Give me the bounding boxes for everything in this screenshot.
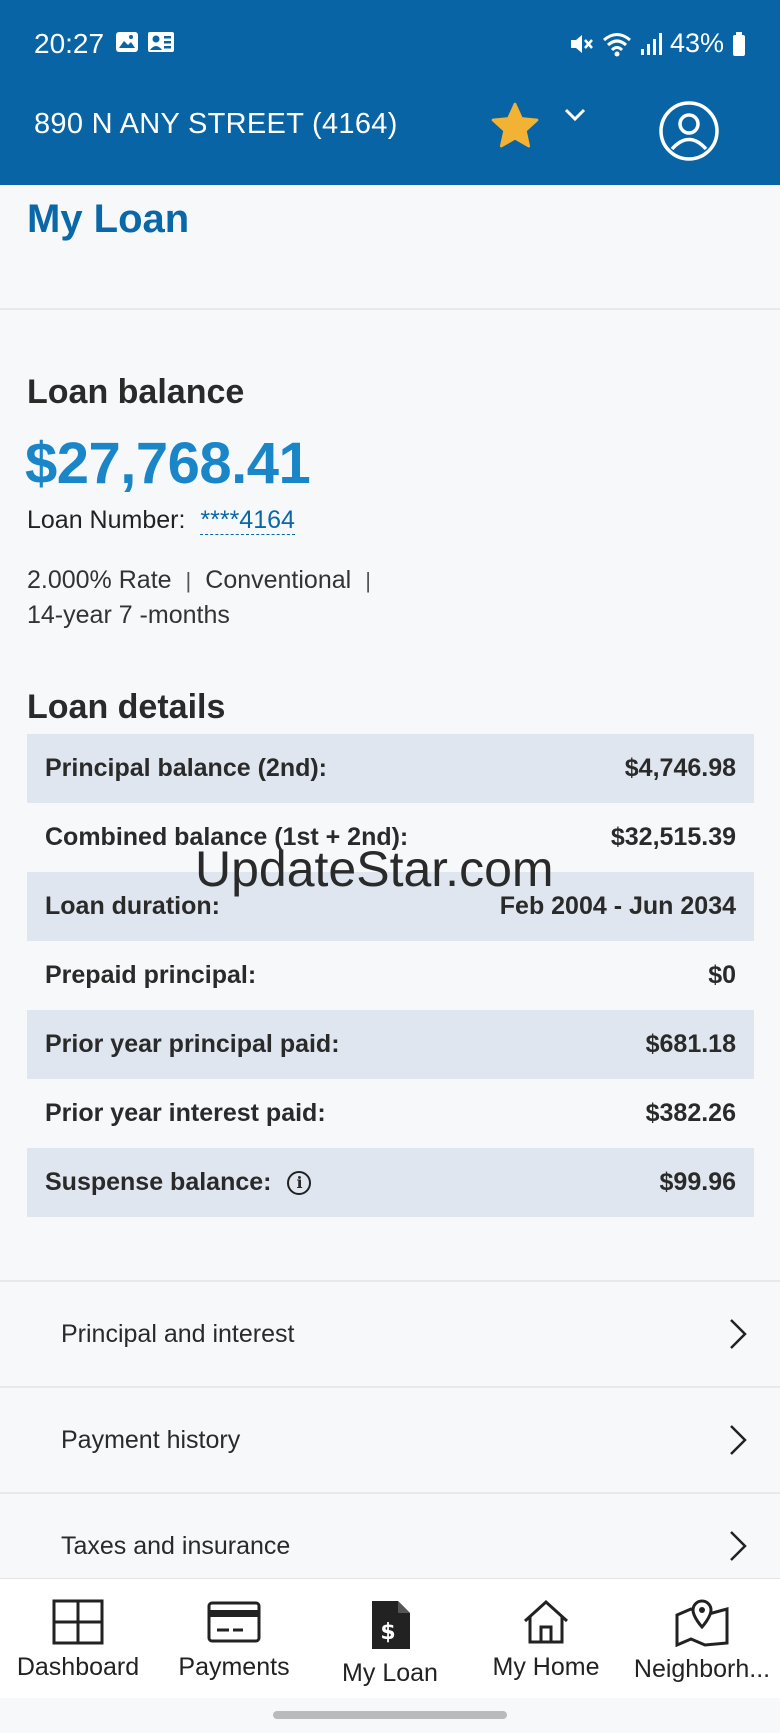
watermark-text: UpdateStar.com (195, 841, 554, 897)
contact-card-icon (148, 32, 174, 52)
map-pin-icon (675, 1599, 729, 1647)
row-label: Principal balance (2nd): (45, 754, 328, 782)
loan-number: Loan Number: ****4164 (27, 506, 295, 535)
loan-balance-amount: $27,768.41 (25, 431, 311, 496)
list-item-label: Taxes and insurance (61, 1531, 291, 1560)
nav-item-my-loan[interactable]: $ My Loan (312, 1579, 468, 1698)
nav-label: Payments (178, 1653, 290, 1681)
row-value: $0 (708, 961, 736, 989)
nav-item-neighborhood[interactable]: Neighborh... (624, 1579, 780, 1698)
star-icon[interactable] (488, 100, 542, 159)
loan-type: Conventional (205, 566, 352, 594)
battery-percent: 43% (669, 28, 724, 58)
nav-label: My Home (492, 1653, 600, 1681)
wifi-icon (602, 32, 631, 56)
battery-icon (733, 31, 745, 56)
table-row: Prior year interest paid: $382.26 (27, 1079, 754, 1148)
table-row: Principal balance (2nd): $4,746.98 (27, 734, 754, 803)
meta-separator: | (185, 568, 192, 593)
meta-separator: | (365, 568, 371, 593)
nav-label: My Loan (342, 1659, 438, 1687)
loan-details-table: Principal balance (2nd): $4,746.98 Combi… (27, 734, 754, 1217)
table-row: Suspense balance: i $99.96 (27, 1148, 754, 1217)
list-item-payment-history[interactable]: Payment history (0, 1388, 780, 1494)
chevron-down-icon[interactable] (562, 102, 588, 133)
mute-icon (570, 34, 593, 53)
loan-meta: 2.000% Rate | Conventional | (27, 566, 385, 595)
app-bar: 890 N ANY STREET (4164) (0, 90, 780, 185)
dashboard-icon (52, 1599, 104, 1645)
row-label: Prepaid principal: (45, 961, 257, 989)
nav-label: Neighborh... (633, 1655, 771, 1683)
list-item-label: Payment history (61, 1425, 241, 1454)
row-label: Prior year interest paid: (45, 1099, 326, 1127)
loan-links-list: Principal and interest Payment history T… (0, 1280, 780, 1600)
row-value: $99.96 (659, 1168, 736, 1196)
nav-item-my-home[interactable]: My Home (468, 1579, 624, 1698)
list-item-label: Principal and interest (61, 1319, 295, 1348)
system-status: 43% (568, 28, 746, 59)
loan-balance-label: Loan balance (27, 373, 245, 411)
table-row: Prepaid principal: $0 (27, 941, 754, 1010)
profile-icon[interactable] (658, 100, 720, 167)
status-time: 20:27 (34, 28, 105, 59)
nav-item-payments[interactable]: Payments (156, 1579, 312, 1698)
property-address[interactable]: 890 N ANY STREET (4164) (34, 108, 398, 141)
bottom-navigation: Dashboard Payments $ My Loan My Home Nei… (0, 1578, 780, 1698)
credit-card-icon (207, 1601, 261, 1643)
gallery-icon (116, 32, 138, 52)
loan-number-link[interactable]: ****4164 (200, 506, 295, 535)
status-bar: 20:27 43% (0, 0, 780, 90)
loan-term: 14-year 7 -months (27, 601, 230, 629)
signal-icon (640, 32, 662, 55)
house-icon (523, 1599, 569, 1644)
row-value: $382.26 (645, 1099, 736, 1127)
row-label-with-info: Suspense balance: i (45, 1168, 312, 1197)
loan-details-title: Loan details (27, 688, 226, 726)
row-label: Prior year principal paid: (45, 1030, 340, 1058)
row-label: Suspense balance: (45, 1168, 272, 1196)
svg-text:$: $ (380, 1620, 395, 1645)
loan-document-icon: $ (372, 1601, 410, 1649)
loan-number-label: Loan Number: (27, 506, 186, 534)
info-icon[interactable]: i (287, 1170, 312, 1195)
notification-icons (115, 30, 175, 54)
chevron-right-icon (730, 1319, 747, 1349)
loan-rate: 2.000% Rate (27, 566, 172, 594)
row-label: Loan duration: (45, 892, 220, 920)
chevron-right-icon (730, 1531, 747, 1561)
row-value: $4,746.98 (624, 754, 736, 782)
chevron-right-icon (730, 1425, 747, 1455)
nav-item-dashboard[interactable]: Dashboard (0, 1579, 156, 1698)
row-value: $681.18 (645, 1030, 736, 1058)
home-indicator[interactable] (273, 1711, 507, 1719)
title-section: My Loan (0, 185, 780, 310)
table-row: Prior year principal paid: $681.18 (27, 1010, 754, 1079)
row-value: $32,515.39 (610, 823, 736, 851)
page-title: My Loan (27, 197, 190, 241)
nav-label: Dashboard (16, 1653, 140, 1681)
list-item-principal-interest[interactable]: Principal and interest (0, 1282, 780, 1388)
